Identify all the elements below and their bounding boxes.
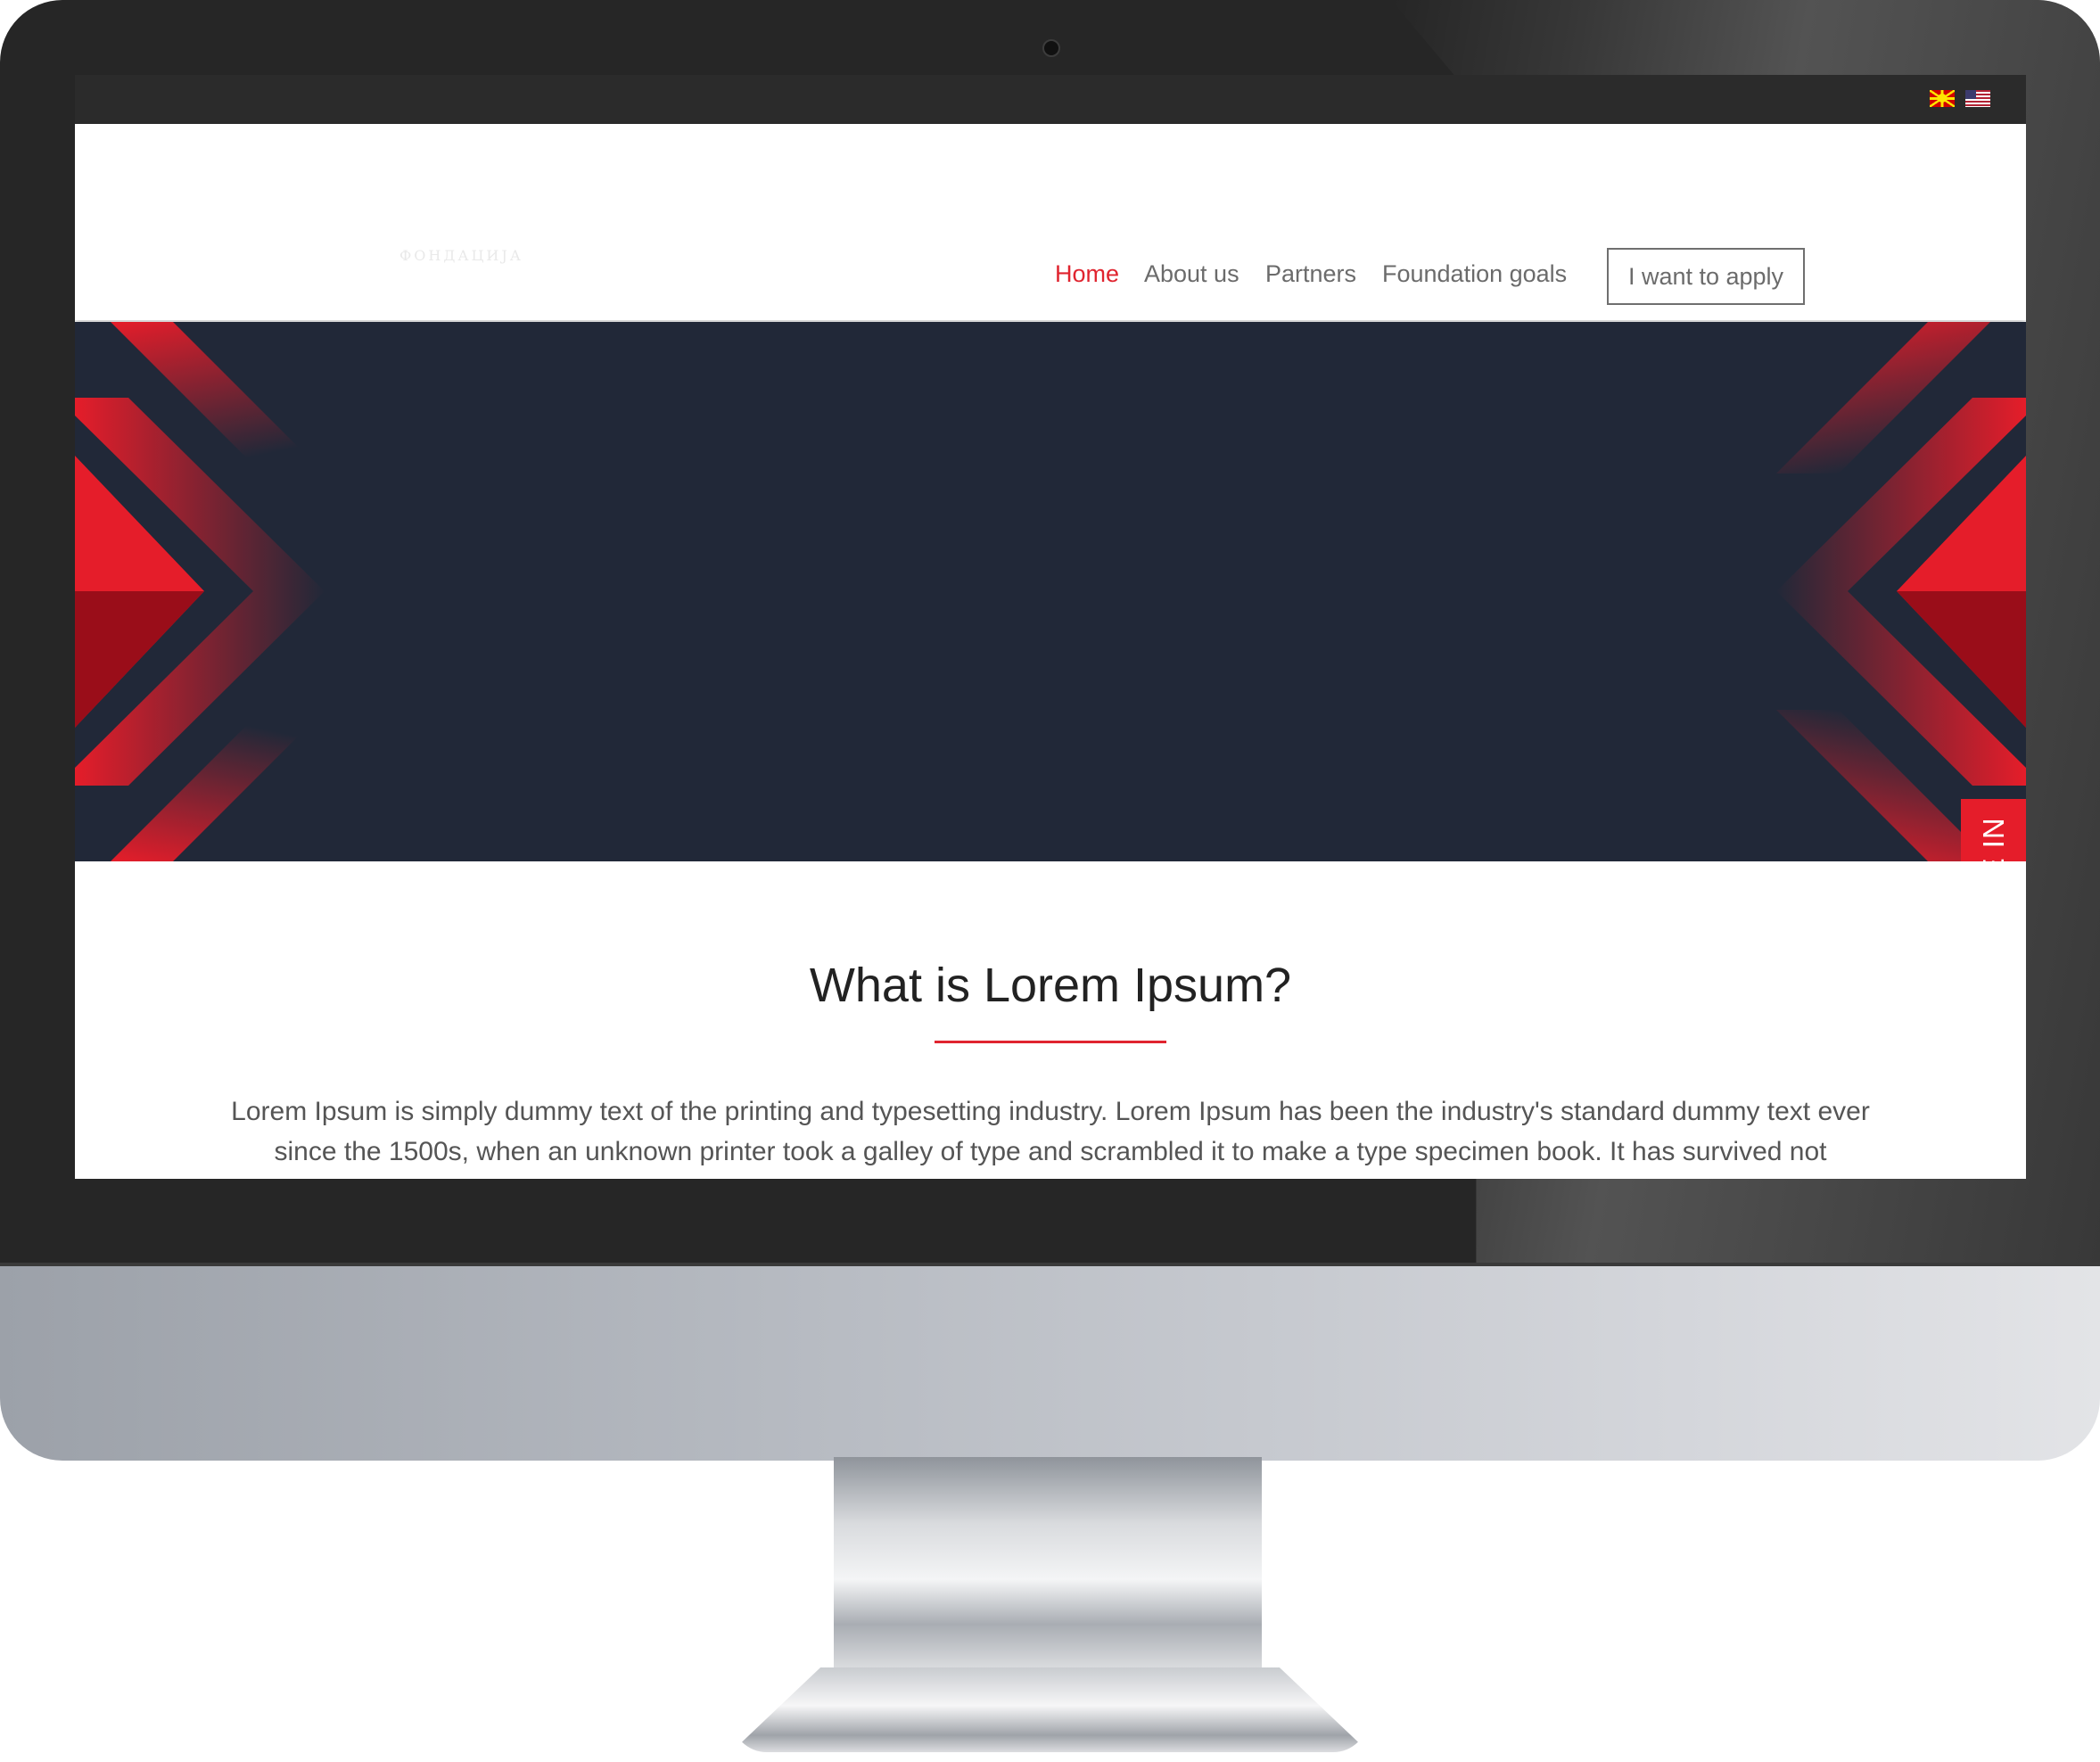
screen: ФОНДАЦИЈА Home About us Partners Foundat… <box>75 75 2026 1179</box>
nav-foundation-goals[interactable]: Foundation goals <box>1382 260 1567 288</box>
top-bar <box>75 75 2026 124</box>
apply-button[interactable]: I want to apply <box>1607 248 1805 305</box>
monitor-stand <box>834 1457 1262 1680</box>
us-flag-icon[interactable] <box>1965 90 1990 107</box>
heading-underline <box>935 1041 1166 1043</box>
monitor-stand-base <box>731 1667 1369 1752</box>
section-paragraph: Lorem Ipsum is simply dummy text of the … <box>231 1097 1870 1166</box>
sign-me-in-button[interactable]: SIGN ME IN <box>1961 799 2026 861</box>
nav-home[interactable]: Home <box>1055 260 1119 288</box>
sign-me-in-label: SIGN ME IN <box>1977 817 2011 861</box>
nav-about-us[interactable]: About us <box>1144 260 1239 288</box>
site-header: ФОНДАЦИЈА Home About us Partners Foundat… <box>75 124 2026 320</box>
nav-partners[interactable]: Partners <box>1265 260 1356 288</box>
camera-icon <box>1042 39 1060 57</box>
content-section: What is Lorem Ipsum? Lorem Ipsum is simp… <box>75 861 2026 1179</box>
hero-banner: SIGN ME IN <box>75 322 2026 861</box>
hero-chevron-graphic <box>75 322 2026 861</box>
monitor-chin <box>0 1263 2100 1461</box>
mk-flag-icon[interactable] <box>1930 90 1955 107</box>
logo[interactable]: ФОНДАЦИЈА <box>399 247 523 264</box>
section-heading: What is Lorem Ipsum? <box>809 959 1292 1012</box>
